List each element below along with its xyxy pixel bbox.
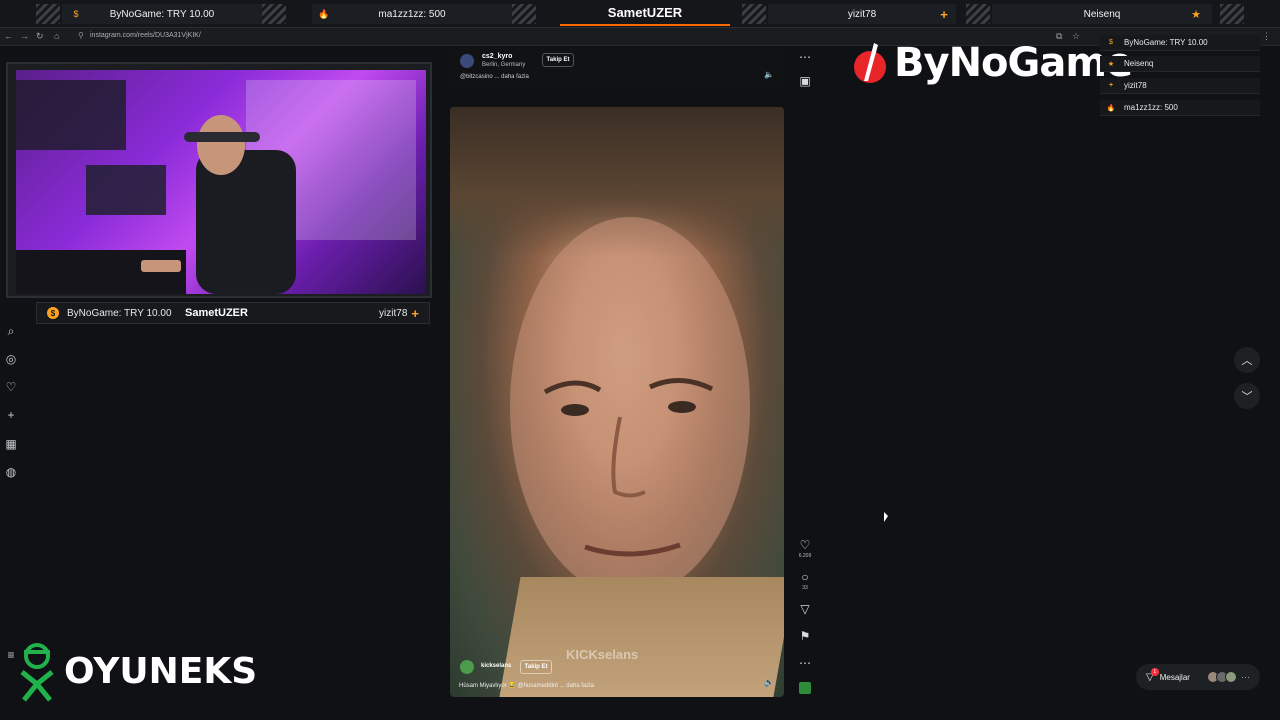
bynogame-wordmark: ByNoGame — [894, 40, 1133, 86]
comment-button[interactable]: ○ 33 — [796, 570, 814, 591]
reel-shirt-area — [499, 577, 784, 697]
audio-thumb-icon[interactable] — [796, 682, 814, 694]
reel-caption[interactable]: Hüsam Miyavlıyor 😂 @husameddint ... daha… — [459, 682, 594, 689]
star-icon: ★ — [1191, 8, 1201, 21]
streamer-name: SametUZER — [560, 0, 730, 26]
home-icon[interactable]: ⌂ — [54, 31, 59, 41]
previous-reel-button[interactable]: ︿ — [1234, 347, 1260, 373]
search-icon[interactable]: ⌕ — [4, 324, 18, 338]
stream-overlay-topbar: $ ByNoGame: TRY 10.00 🔥 ma1zz1zz: 500 Sa… — [0, 0, 1280, 28]
star-icon: ★ — [1107, 60, 1115, 68]
mouse-cursor — [884, 512, 888, 522]
webcam-follower-text: yizit78 — [379, 307, 408, 319]
reel-author-avatar[interactable] — [460, 54, 474, 68]
comment-count: 33 — [802, 585, 808, 591]
site-info-icon[interactable]: ⚲ — [78, 31, 84, 40]
next-reel-button[interactable]: ﹀ — [1234, 383, 1260, 409]
event-text: yizit78 — [1124, 81, 1147, 90]
webcam-caption-bar: $ ByNoGame: TRY 10.00 SametUZER yizit78 … — [36, 302, 430, 324]
reel-more-icon[interactable]: ⋯ — [796, 656, 814, 670]
top-sub-text: Neisenq — [1083, 8, 1121, 20]
comment-icon[interactable]: ○ — [801, 570, 808, 584]
top-donor2-segment: 🔥 ma1zz1zz: 500 — [312, 4, 512, 24]
top-follower-segment: yizit78 + — [768, 4, 956, 24]
like-count: 6.209 — [798, 553, 812, 559]
audio-thumb-icon[interactable]: ▣ — [796, 74, 814, 88]
event-text: Neisenq — [1124, 59, 1154, 68]
webcam-streamer-name: SametUZER — [185, 307, 248, 319]
oyuneks-wordmark: OYUNEKS — [64, 650, 258, 692]
decor-stripe — [262, 4, 286, 24]
reel-author-username[interactable]: cs2_kyro — [482, 53, 512, 60]
webcam-frame — [6, 62, 432, 298]
dashboard-icon[interactable]: ▦ — [4, 437, 18, 451]
follow-button[interactable]: Takip Et — [520, 660, 552, 674]
dollar-coin-icon: $ — [1109, 39, 1113, 46]
more-icon[interactable]: ⋯ — [1241, 672, 1250, 683]
plus-icon: + — [940, 6, 948, 22]
profile-avatar-icon[interactable]: ◍ — [4, 465, 18, 479]
reload-icon[interactable]: ↻ — [36, 31, 44, 42]
event-item: + yizit78 — [1100, 78, 1260, 94]
event-item: ★ Neisenq — [1100, 56, 1260, 72]
follow-button[interactable]: Takip Et — [542, 53, 574, 67]
messages-badge: 1 — [1150, 667, 1159, 676]
top-donor2-text: ma1zz1zz: 500 — [378, 8, 446, 20]
dollar-coin-icon: $ — [47, 307, 59, 319]
decor-stripe — [966, 4, 990, 24]
chevron-up-icon[interactable]: ︿ — [1242, 352, 1253, 368]
event-item: 🔥 ma1zz1zz: 500 — [1100, 100, 1260, 116]
decor-stripe — [1220, 4, 1244, 24]
event-text: ma1zz1zz: 500 — [1124, 103, 1178, 112]
top-follower-text: yizit78 — [847, 8, 877, 20]
decor-stripe — [36, 4, 60, 24]
explore-icon[interactable]: ◎ — [4, 352, 18, 366]
reel-author-username[interactable]: kickselans — [481, 663, 511, 669]
reel-more-top-icon[interactable]: ⋯ — [796, 50, 814, 64]
back-icon[interactable]: ← — [4, 31, 13, 41]
messages-label[interactable]: Mesajlar — [1160, 673, 1190, 682]
bynogame-mark-icon — [854, 43, 886, 83]
flame-icon: 🔥 — [318, 8, 330, 19]
top-sub-segment: Neisenq ★ — [992, 4, 1212, 24]
like-button[interactable]: ♡ 6.209 — [796, 538, 814, 559]
webcam-donation-text: ByNoGame: TRY 10.00 — [67, 307, 172, 319]
share-icon[interactable]: ▽ — [796, 602, 814, 616]
audio-thumb[interactable] — [799, 682, 811, 694]
chevron-down-icon[interactable]: ﹀ — [1242, 388, 1253, 404]
reel-author-avatar[interactable] — [460, 660, 474, 674]
oyuneks-logo: OYUNEKS — [14, 640, 257, 702]
heart-icon[interactable]: ♡ — [800, 538, 811, 552]
save-bookmark-icon[interactable]: ⚑ — [796, 629, 814, 643]
plus-icon: + — [411, 305, 419, 321]
top-donation-segment: $ ByNoGame: TRY 10.00 — [62, 4, 262, 24]
previous-reel-card[interactable]: cs2_kyro Berlin, Germany Takip Et @bitzc… — [452, 48, 782, 88]
heart-icon[interactable]: ♡ — [4, 380, 18, 394]
reel-location[interactable]: Berlin, Germany — [482, 62, 525, 68]
mute-icon[interactable]: 🔈 — [764, 678, 774, 687]
reel-watermark: KICKselans — [566, 647, 639, 662]
oyuneks-mascot-icon — [20, 643, 54, 702]
decor-stripe — [742, 4, 766, 24]
messages-button[interactable]: ▽ 1 Mesajlar ⋯ — [1136, 664, 1260, 690]
forward-icon[interactable]: → — [20, 31, 29, 41]
flame-icon: 🔥 — [1106, 104, 1116, 112]
event-text: ByNoGame: TRY 10.00 — [1124, 38, 1208, 47]
bynogame-logo: ByNoGame — [852, 38, 1133, 88]
dollar-coin-icon: $ — [73, 9, 79, 19]
webcam-feed — [16, 70, 426, 294]
event-item: $ ByNoGame: TRY 10.00 — [1100, 35, 1260, 51]
reel-video[interactable]: KICKselans kickselans Takip Et Hüsam Miy… — [450, 107, 784, 697]
avatar — [1224, 671, 1237, 683]
address-bar[interactable]: instagram.com/reels/DU3A31VjKIK/ — [90, 32, 201, 39]
plus-icon: + — [1108, 82, 1114, 89]
send-icon[interactable]: ▽ 1 — [1146, 667, 1159, 683]
reel-caption[interactable]: @bitzcasino ... daha fazla — [460, 74, 529, 80]
decor-stripe — [512, 4, 536, 24]
top-donation-text: ByNoGame: TRY 10.00 — [109, 8, 215, 20]
mute-icon[interactable]: 🔈 — [764, 70, 774, 79]
menu-icon[interactable]: ⋮ — [1262, 31, 1271, 42]
create-plus-icon[interactable]: + — [4, 408, 18, 422]
